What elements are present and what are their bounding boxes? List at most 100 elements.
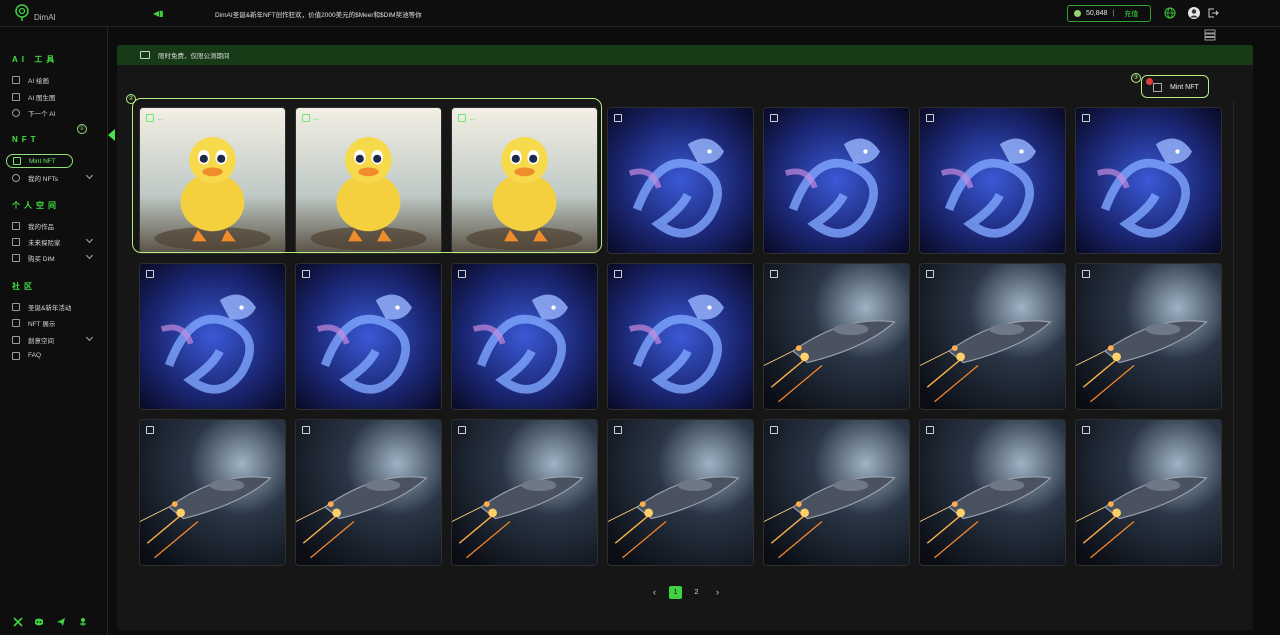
- megaphone-icon: ◀▮: [153, 9, 164, 18]
- space-icon: [12, 335, 20, 344]
- sidebar-item-xmas-event[interactable]: 圣诞&新年活动: [12, 300, 98, 313]
- select-checkbox[interactable]: [770, 426, 778, 434]
- gallery-item[interactable]: [295, 419, 442, 566]
- ship-image: [764, 264, 909, 409]
- sidebar-item-label: 我的作品: [28, 223, 54, 231]
- chevron-down-icon: [85, 251, 94, 260]
- dragon-image: [608, 108, 753, 253]
- dragon-image: [1076, 108, 1221, 253]
- mint-nft-button[interactable]: Mint NFT: [1149, 79, 1205, 95]
- gallery-item[interactable]: [295, 263, 442, 410]
- sidebar-item-future-explorer[interactable]: 未来探险家: [12, 235, 98, 248]
- layout-toggle-icon[interactable]: [1204, 29, 1216, 41]
- gallery-item[interactable]: [607, 263, 754, 410]
- gallery-item[interactable]: [1075, 263, 1222, 410]
- sidebar-item-label: AI 绘画: [28, 77, 49, 85]
- sidebar-item-label: Mint NFT: [29, 157, 56, 165]
- mint-icon: [1153, 82, 1162, 92]
- ship-image: [608, 420, 753, 565]
- select-checkbox[interactable]: [146, 270, 154, 278]
- gallery-item[interactable]: [139, 419, 286, 566]
- logo[interactable]: DimAI: [14, 4, 56, 22]
- gallery-item[interactable]: [139, 263, 286, 410]
- gallery-item[interactable]: [763, 263, 910, 410]
- page-1[interactable]: 1: [669, 585, 682, 599]
- gallery-item[interactable]: [1075, 107, 1222, 254]
- scrollbar-track[interactable]: [1233, 100, 1234, 570]
- cart-icon: [12, 253, 20, 262]
- top-bar: DimAI ◀▮ DimAI圣诞&新年NFT创作狂欢，价值2000美元的$Mee…: [0, 0, 1280, 27]
- select-checkbox[interactable]: [614, 270, 622, 278]
- sidebar-item-label: 圣诞&新年活动: [28, 304, 72, 312]
- next-page-icon[interactable]: ›: [711, 587, 724, 597]
- ship-image: [452, 420, 597, 565]
- prev-page-icon[interactable]: ‹: [648, 587, 661, 597]
- sidebar-item-creative-space[interactable]: 創意空间: [12, 333, 98, 346]
- gallery-item[interactable]: [919, 419, 1066, 566]
- select-checkbox[interactable]: [302, 426, 310, 434]
- sidebar-item-faq[interactable]: FAQ: [12, 349, 98, 362]
- user-avatar[interactable]: [1188, 7, 1200, 19]
- mint-icon: [13, 157, 21, 165]
- page-2[interactable]: 2: [690, 586, 703, 599]
- sidebar-item-label: 我的 NFTs: [28, 175, 58, 183]
- sidebar-item-ai-paint[interactable]: AI 绘画: [12, 73, 98, 86]
- ship-image: [920, 420, 1065, 565]
- select-checkbox[interactable]: [926, 426, 934, 434]
- select-checkbox[interactable]: [1082, 426, 1090, 434]
- notification-dot: [1146, 78, 1153, 85]
- gallery-item[interactable]: [919, 263, 1066, 410]
- coin-icon: [1074, 10, 1081, 17]
- gift-icon: [12, 302, 20, 311]
- select-checkbox[interactable]: [302, 270, 310, 278]
- sidebar-item-ai-img2img[interactable]: AI 图生图: [12, 90, 98, 103]
- callout-3: ③: [1131, 73, 1141, 83]
- select-checkbox[interactable]: [614, 426, 622, 434]
- gallery-item[interactable]: [451, 263, 598, 410]
- gallery-item[interactable]: [451, 419, 598, 566]
- telegram-icon[interactable]: [56, 617, 66, 627]
- select-checkbox[interactable]: [1082, 270, 1090, 278]
- dragon-image: [920, 108, 1065, 253]
- dragon-image: [608, 264, 753, 409]
- gallery-item[interactable]: [607, 419, 754, 566]
- select-checkbox[interactable]: [926, 114, 934, 122]
- select-checkbox[interactable]: [146, 426, 154, 434]
- chevron-down-icon: [85, 235, 94, 244]
- sidebar-item-label: 购买 DIM: [28, 255, 55, 263]
- section-title-community: 社区: [12, 282, 36, 291]
- medium-icon[interactable]: [78, 617, 88, 627]
- discord-icon[interactable]: [34, 617, 44, 627]
- ship-image: [140, 420, 285, 565]
- select-checkbox[interactable]: [770, 114, 778, 122]
- balance-amount: 50,848: [1086, 10, 1108, 17]
- select-checkbox[interactable]: [770, 270, 778, 278]
- globe-icon[interactable]: [1164, 7, 1176, 19]
- select-checkbox[interactable]: [1082, 114, 1090, 122]
- sidebar-item-my-nfts[interactable]: 我的 NFTs: [12, 171, 98, 184]
- sidebar-item-mint-nft[interactable]: Mint NFT: [6, 154, 73, 168]
- select-checkbox[interactable]: [458, 270, 466, 278]
- x-icon[interactable]: [13, 617, 23, 627]
- sidebar-item-label: 創意空间: [28, 337, 54, 345]
- gallery-item[interactable]: [607, 107, 754, 254]
- recharge-button[interactable]: 充值: [1124, 9, 1138, 19]
- ship-image: [1076, 420, 1221, 565]
- sidebar-item-buy-dim[interactable]: 购买 DIM: [12, 251, 98, 264]
- dimai-logo-icon: [15, 4, 29, 21]
- select-checkbox[interactable]: [926, 270, 934, 278]
- sidebar-item-nft-showcase[interactable]: NFT 展示: [12, 316, 98, 329]
- mint-nft-label: Mint NFT: [1170, 83, 1199, 91]
- select-checkbox[interactable]: [614, 114, 622, 122]
- sidebar-item-next-ai[interactable]: 下一个 AI: [12, 106, 98, 119]
- balance-widget: 50,848 | 充值: [1067, 5, 1151, 22]
- gallery-item[interactable]: [1075, 419, 1222, 566]
- sidebar-item-label: FAQ: [28, 352, 42, 359]
- gallery-item[interactable]: [919, 107, 1066, 254]
- sidebar-item-my-works[interactable]: 我的作品: [12, 219, 98, 232]
- section-title-personal: 个人空间: [12, 201, 60, 210]
- select-checkbox[interactable]: [458, 426, 466, 434]
- logout-icon[interactable]: [1207, 7, 1219, 19]
- gallery-item[interactable]: [763, 419, 910, 566]
- gallery-item[interactable]: [763, 107, 910, 254]
